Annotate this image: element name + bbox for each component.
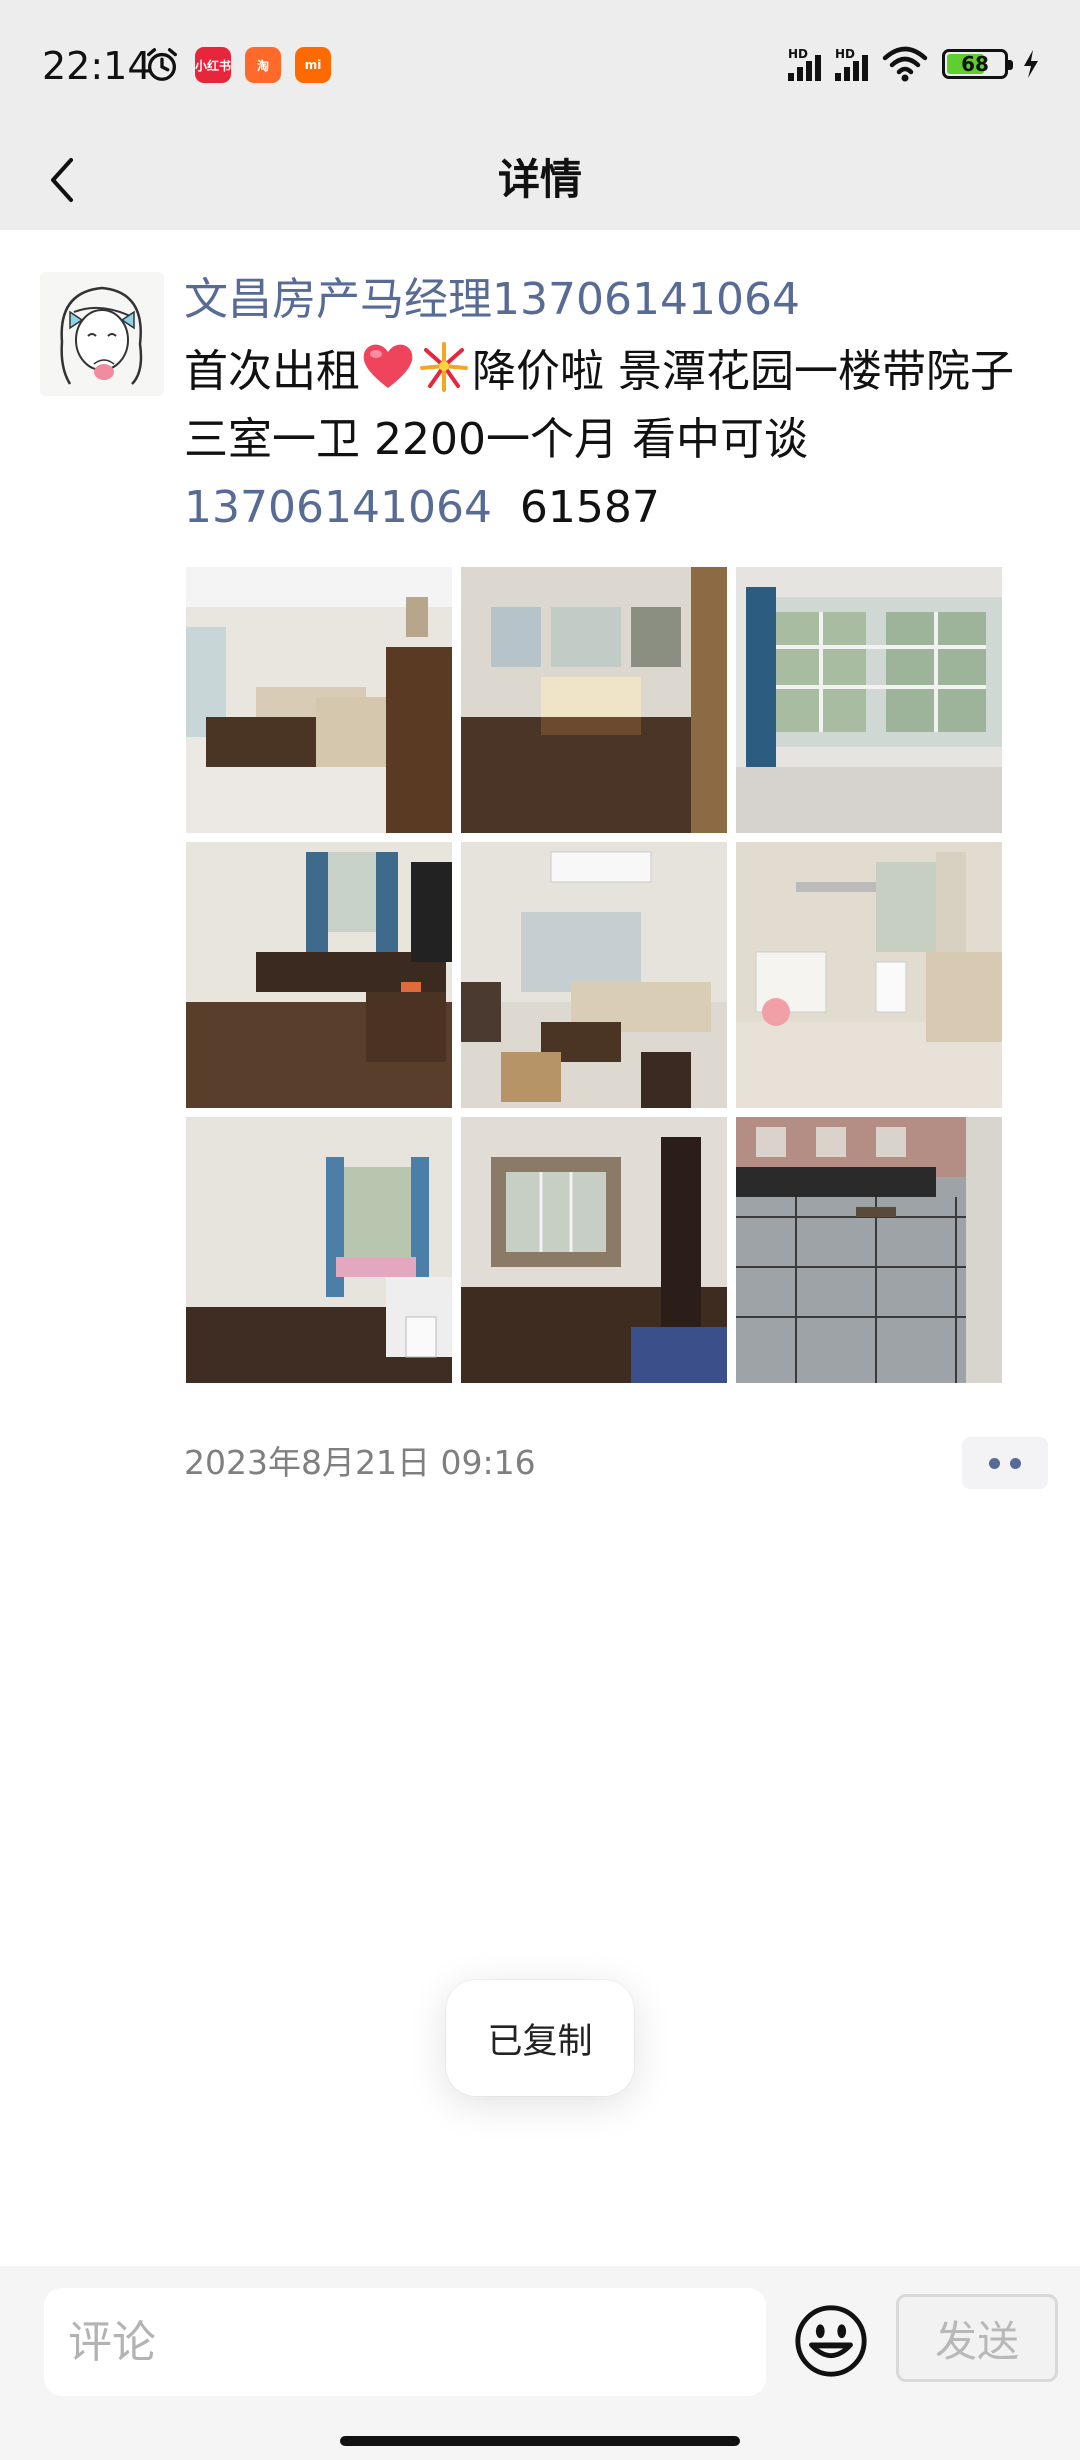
status-left-icons: 小红书 淘 mi [143,46,331,84]
smiley-icon[interactable] [792,2302,870,2380]
photo-grid [186,567,1004,1383]
avatar-illustration [40,272,164,396]
avatar[interactable] [40,272,164,396]
photo-thumbnail [186,567,452,833]
battery-icon: 68 [942,49,1013,79]
photo-bedroom-window[interactable] [186,1117,452,1383]
status-right-icons: HD HD 68 [788,46,1040,82]
photo-thumbnail [186,842,452,1108]
post-author[interactable]: 文昌房产马经理13706141064 [184,270,800,330]
comment-input[interactable] [44,2288,766,2396]
post-timestamp: 2023年8月21日 09:16 [184,1443,536,1482]
send-button[interactable]: 发送 [896,2294,1058,2382]
photo-thumbnail [186,1117,452,1383]
signal-1-icon: HD [788,47,821,81]
wifi-icon [882,46,928,82]
copied-toast: 已复制 [446,1980,634,2096]
post-content: 首次出租 降价啦 景潭花园一楼带院子 三室一卫 2200一个月 看中可谈 137… [184,338,1014,542]
home-indicator[interactable] [340,2436,740,2446]
photo-courtyard[interactable] [736,1117,1002,1383]
alarm-clock-icon [147,48,177,81]
top-nav-bar: 详情 [0,130,1080,230]
photo-living-room-sofa[interactable] [186,567,452,833]
more-dot-icon [989,1457,1000,1469]
more-dot-icon [1010,1457,1021,1469]
photo-thumbnail [736,1117,1002,1383]
photo-thumbnail [461,842,727,1108]
app-screen: 22:14 小红书 淘 mi HD HD 68 详情 文昌房产马经理137061… [0,0,1080,2460]
signal-2-icon: HD [835,47,868,81]
page-title: 详情 [497,155,582,204]
fireworks-emoji-icon [420,342,468,392]
taobao-app-icon: 淘 [245,47,281,83]
content-text-3: 61587 [519,482,660,533]
xiaomi-app-icon: mi [295,47,331,83]
xiaohongshu-app-icon: 小红书 [195,47,231,83]
photo-thumbnail [736,567,1002,833]
photo-bathroom[interactable] [736,842,1002,1108]
red-heart-emoji-icon [363,344,413,388]
charging-bolt-icon [1024,50,1038,78]
content-text-1: 首次出租 [184,346,360,397]
photo-empty-room-bay-window[interactable] [461,1117,727,1383]
photo-thumbnail [461,1117,727,1383]
status-time: 22:14 [42,44,152,88]
battery-level: 68 [961,52,989,76]
more-options-button[interactable] [962,1437,1048,1489]
comment-bar: 发送 [0,2266,1080,2460]
photo-bedroom-bed[interactable] [461,567,727,833]
photo-window-room[interactable] [736,567,1002,833]
phone-link[interactable]: 13706141064 [184,482,492,533]
photo-thumbnail [461,567,727,833]
photo-living-room-ceiling-light[interactable] [461,842,727,1108]
status-bar: 22:14 小红书 淘 mi HD HD 68 [0,0,1080,130]
photo-room-tv-cabinet[interactable] [186,842,452,1108]
photo-thumbnail [736,842,1002,1108]
